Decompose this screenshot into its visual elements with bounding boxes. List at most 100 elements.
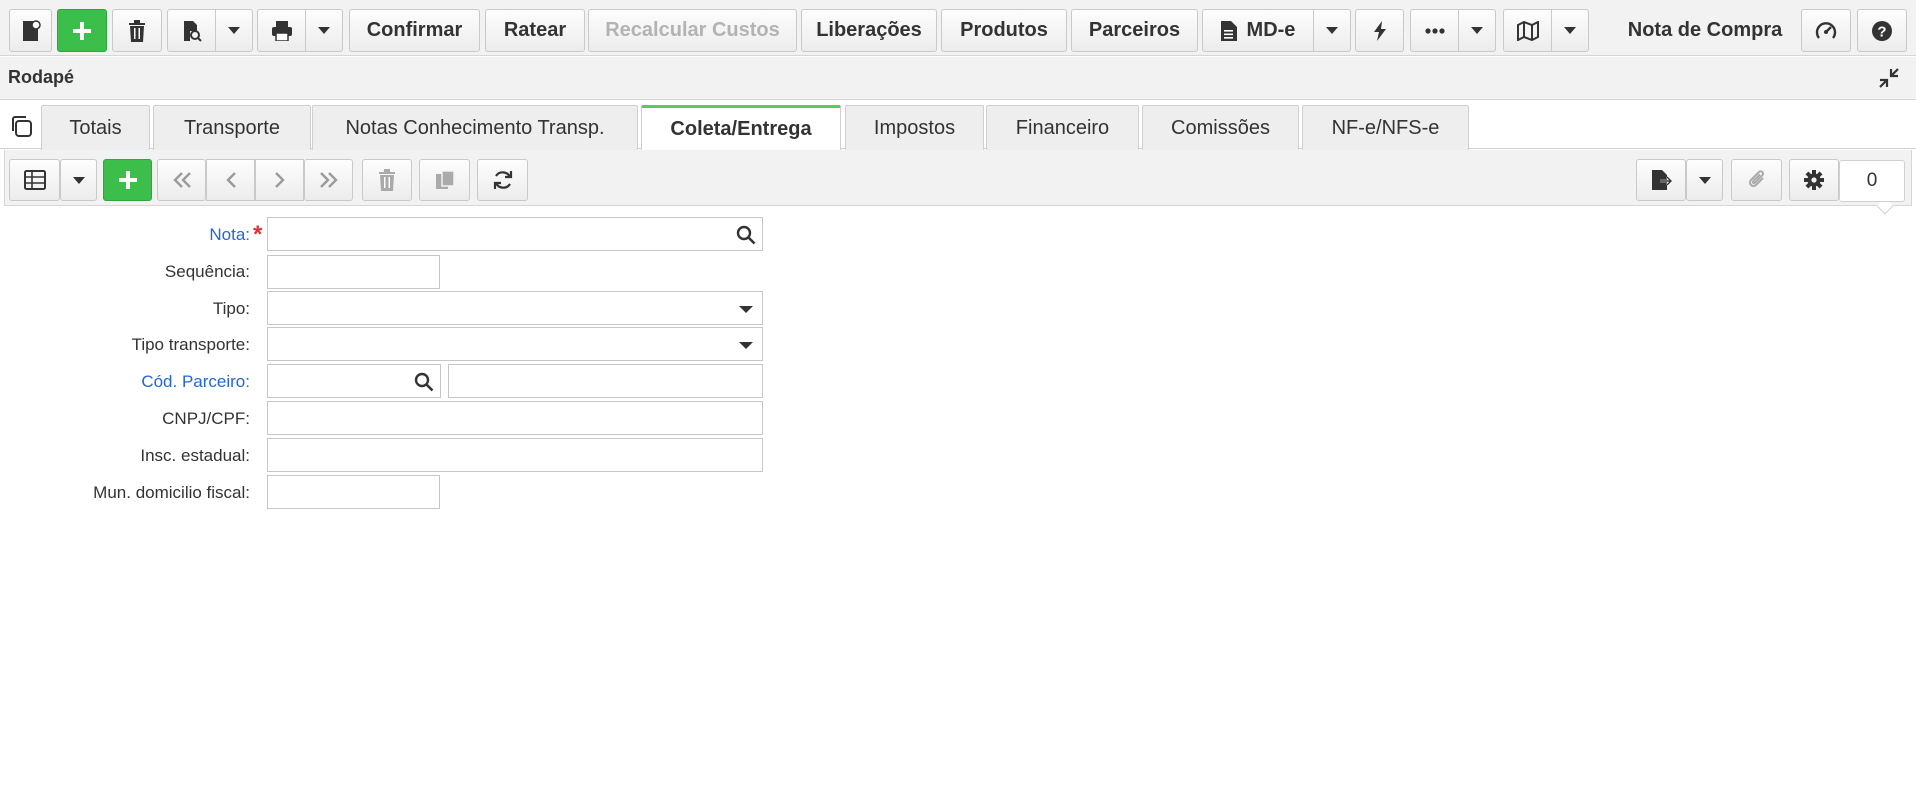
trash-icon bbox=[128, 19, 146, 42]
recalculate-costs-label: Recalcular Custos bbox=[605, 19, 780, 41]
liberacoes-button[interactable]: Liberações bbox=[801, 9, 937, 52]
add-button[interactable] bbox=[57, 9, 107, 52]
nota-field[interactable] bbox=[267, 217, 763, 251]
required-marker: * bbox=[253, 221, 263, 248]
tipo-input[interactable] bbox=[268, 292, 762, 324]
attach-icon bbox=[1746, 169, 1768, 191]
attach-button[interactable] bbox=[1731, 159, 1782, 201]
cod-parceiro-field[interactable] bbox=[267, 364, 441, 398]
help-button[interactable]: ? bbox=[1857, 9, 1907, 52]
grid-view-dropdown[interactable] bbox=[60, 159, 97, 201]
delete-button[interactable] bbox=[112, 9, 162, 52]
search-document-icon bbox=[181, 20, 203, 42]
nota-input[interactable] bbox=[268, 218, 762, 250]
insc-estadual-input[interactable] bbox=[268, 439, 762, 471]
svg-text:?: ? bbox=[1877, 23, 1886, 40]
next-record-button[interactable] bbox=[255, 159, 304, 201]
tab-notas-conhecimento[interactable]: Notas Conhecimento Transp. bbox=[312, 105, 638, 150]
duplicate-record-button[interactable] bbox=[419, 159, 470, 201]
refresh-button[interactable] bbox=[477, 159, 528, 201]
tab-comissoes[interactable]: Comissões bbox=[1142, 105, 1299, 150]
last-record-button[interactable] bbox=[304, 159, 353, 201]
delete-record-button[interactable] bbox=[362, 159, 412, 201]
chevron-down-icon[interactable] bbox=[739, 342, 753, 349]
search-document-dropdown[interactable] bbox=[216, 9, 253, 52]
new-document-button[interactable] bbox=[9, 9, 52, 52]
cnpj-cpf-field[interactable] bbox=[267, 401, 763, 435]
duplicate-icon bbox=[434, 170, 456, 190]
more-button[interactable] bbox=[1410, 9, 1459, 52]
tab-financeiro[interactable]: Financeiro bbox=[986, 105, 1139, 150]
mde-dropdown[interactable] bbox=[1314, 9, 1351, 52]
nota-label[interactable]: Nota: bbox=[209, 225, 250, 245]
more-dropdown[interactable] bbox=[1459, 9, 1496, 52]
search-document-button[interactable] bbox=[167, 9, 216, 52]
print-dropdown[interactable] bbox=[306, 9, 343, 52]
chevron-down-icon bbox=[1564, 27, 1576, 34]
mun-domicilio-field[interactable] bbox=[267, 475, 440, 509]
grid-view-button[interactable] bbox=[9, 159, 60, 201]
cnpj-cpf-input[interactable] bbox=[268, 402, 762, 434]
new-document-icon bbox=[20, 19, 42, 42]
produtos-label: Produtos bbox=[960, 19, 1048, 41]
search-icon[interactable] bbox=[414, 372, 434, 397]
prev-icon bbox=[224, 171, 238, 189]
settings-button[interactable] bbox=[1789, 159, 1839, 201]
parceiro-name-field[interactable] bbox=[448, 364, 763, 398]
dashboard-button[interactable] bbox=[1801, 9, 1851, 52]
cod-parceiro-label[interactable]: Cód. Parceiro: bbox=[141, 372, 250, 392]
plus-icon bbox=[117, 169, 139, 191]
page-title: Nota de Compra bbox=[1627, 19, 1783, 41]
first-icon bbox=[171, 171, 193, 189]
first-record-button[interactable] bbox=[157, 159, 206, 201]
tipo-transporte-select[interactable] bbox=[267, 327, 763, 361]
confirm-button[interactable]: Confirmar bbox=[349, 9, 480, 52]
export-icon bbox=[1650, 169, 1672, 191]
grid-toolbar: 0 bbox=[4, 150, 1912, 215]
tab-coleta-entrega[interactable]: Coleta/Entrega bbox=[641, 105, 841, 151]
tab-nfe-nfse[interactable]: NF-e/NFS-e bbox=[1302, 105, 1469, 150]
liberacoes-label: Liberações bbox=[816, 19, 922, 41]
print-button[interactable] bbox=[257, 9, 306, 52]
chevron-down-icon bbox=[1326, 27, 1338, 34]
chevron-down-icon[interactable] bbox=[739, 306, 753, 313]
sequencia-field[interactable] bbox=[267, 255, 440, 289]
confirm-label: Confirmar bbox=[366, 19, 463, 41]
map-button[interactable] bbox=[1503, 9, 1552, 52]
parceiro-name-input[interactable] bbox=[449, 365, 762, 397]
produtos-button[interactable]: Produtos bbox=[941, 9, 1067, 52]
copy-icon[interactable] bbox=[9, 114, 33, 143]
add-record-button[interactable] bbox=[103, 159, 152, 201]
search-icon[interactable] bbox=[736, 225, 756, 250]
last-icon bbox=[318, 171, 340, 189]
section-title: Rodapé bbox=[8, 67, 75, 87]
tipo-select[interactable] bbox=[267, 291, 763, 325]
tab-transporte[interactable]: Transporte bbox=[153, 105, 311, 150]
ratear-button[interactable]: Ratear bbox=[485, 9, 585, 52]
sequencia-input[interactable] bbox=[268, 256, 439, 288]
tab-totais[interactable]: Totais bbox=[41, 105, 150, 150]
tipo-transporte-input[interactable] bbox=[268, 328, 762, 360]
mde-button[interactable]: MD-e bbox=[1202, 9, 1314, 52]
export-button[interactable] bbox=[1636, 159, 1686, 201]
tab-bar: Totais Transporte Notas Conhecimento Tra… bbox=[0, 101, 1916, 151]
tab-impostos[interactable]: Impostos bbox=[845, 105, 984, 150]
chevron-down-icon bbox=[1698, 176, 1711, 184]
recalculate-costs-button[interactable]: Recalcular Custos bbox=[588, 9, 797, 52]
file-icon bbox=[1220, 20, 1237, 41]
ellipsis-icon bbox=[1424, 27, 1445, 34]
map-icon bbox=[1516, 20, 1539, 41]
collapse-icon[interactable] bbox=[1878, 67, 1900, 94]
record-count: 0 bbox=[1839, 160, 1905, 202]
help-icon: ? bbox=[1871, 20, 1893, 42]
main-toolbar: Confirmar Ratear Recalcular Custos Liber… bbox=[0, 0, 1916, 56]
export-dropdown[interactable] bbox=[1686, 159, 1723, 201]
prev-record-button[interactable] bbox=[206, 159, 255, 201]
refresh-icon bbox=[492, 169, 514, 191]
map-dropdown[interactable] bbox=[1552, 9, 1589, 52]
mun-domicilio-input[interactable] bbox=[268, 476, 439, 508]
actions-button[interactable] bbox=[1355, 9, 1404, 52]
insc-estadual-field[interactable] bbox=[267, 438, 763, 472]
parceiros-button[interactable]: Parceiros bbox=[1071, 9, 1198, 52]
chevron-down-icon bbox=[318, 27, 330, 34]
